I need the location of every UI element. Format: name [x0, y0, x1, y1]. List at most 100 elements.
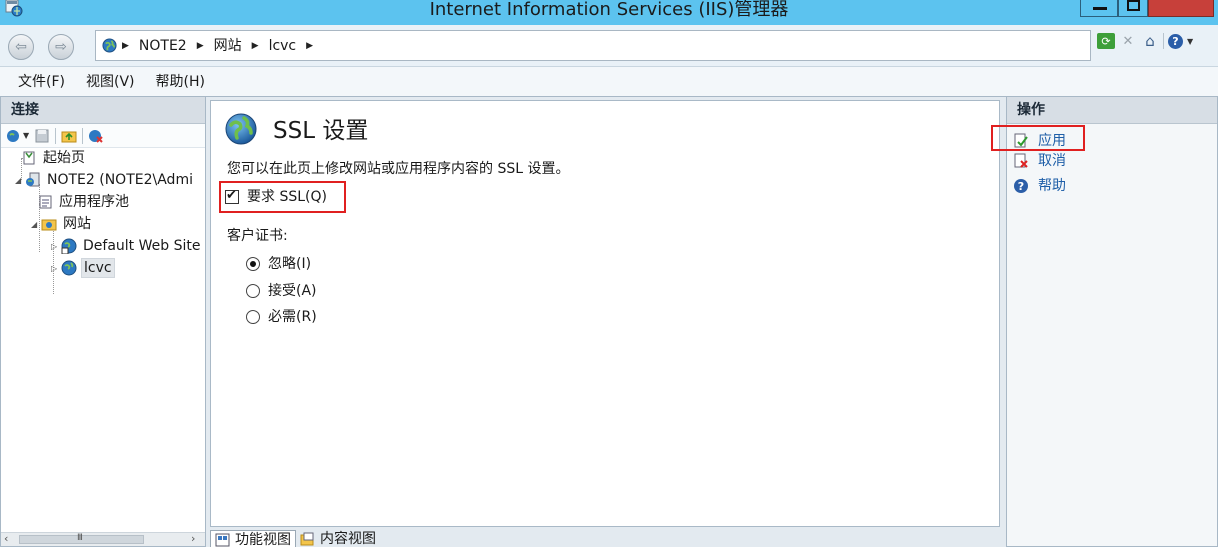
radio-button[interactable]	[246, 284, 260, 298]
site-globe-icon	[61, 260, 77, 276]
chevron-right-icon[interactable]: ▶	[252, 37, 259, 55]
crumb-lcvc[interactable]: lcvc	[269, 37, 297, 55]
maximize-button[interactable]	[1118, 0, 1148, 17]
globe-icon	[102, 38, 117, 53]
connections-pane: 连接 ▼ 起始页 ◢ NOTE2 (NOTE2\Admi 应用程序池 ◢ 网站 …	[0, 96, 206, 547]
features-view-icon	[215, 533, 230, 546]
radio-ignore[interactable]: 忽略(I)	[246, 255, 311, 273]
content-view-icon	[300, 532, 314, 546]
site-globe-icon	[61, 238, 77, 254]
radio-accept-label[interactable]: 接受(A)	[268, 282, 317, 300]
window-title: Internet Information Services (IIS)管理器	[429, 0, 789, 20]
action-help[interactable]: ? 帮助	[1012, 177, 1066, 195]
radio-ignore-label[interactable]: 忽略(I)	[268, 255, 311, 273]
sites-folder-icon	[41, 219, 57, 231]
action-label: 帮助	[1038, 178, 1066, 194]
radio-button[interactable]	[246, 310, 260, 324]
title-bar: Internet Information Services (IIS)管理器	[0, 0, 1218, 25]
tree-node-label: 起始页	[43, 150, 85, 166]
tree-node-default-site[interactable]: ▷ Default Web Site	[51, 236, 202, 256]
save-icon[interactable]	[34, 128, 50, 144]
connect-globe-icon[interactable]	[6, 128, 22, 144]
action-label: 取消	[1038, 153, 1066, 169]
refresh-icon[interactable]: ⟳	[1097, 33, 1115, 49]
chevron-right-icon[interactable]: ▶	[122, 37, 129, 55]
annotation-highlight-box	[991, 125, 1085, 151]
tab-features-view[interactable]: 功能视图	[210, 529, 296, 547]
collapse-arrow-icon[interactable]: ◢	[31, 220, 41, 229]
help-icon: ?	[1012, 178, 1030, 194]
tree-node-label: NOTE2 (NOTE2\Admi	[47, 172, 193, 188]
tree-node-sites[interactable]: ◢ 网站	[31, 214, 93, 234]
view-tabs: 功能视图 内容视图	[210, 529, 380, 547]
radio-require-label[interactable]: 必需(R)	[268, 308, 317, 326]
chevron-right-icon[interactable]: ▶	[197, 37, 204, 55]
scroll-left-icon[interactable]: ‹	[4, 533, 8, 545]
horizontal-scrollbar[interactable]: ‹ III ›	[1, 532, 205, 546]
scroll-grip-icon: III	[77, 533, 83, 543]
toolbar-divider	[82, 127, 84, 144]
tree-node-label: 应用程序池	[59, 194, 129, 210]
actions-header: 操作	[1007, 97, 1217, 124]
forward-button[interactable]: ⇨	[48, 34, 74, 60]
ssl-globe-icon	[225, 113, 257, 145]
back-button[interactable]: ⇦	[8, 34, 34, 60]
disconnect-icon[interactable]	[88, 128, 104, 144]
home-icon[interactable]: ⌂	[1141, 32, 1159, 50]
annotation-highlight-box	[219, 181, 346, 213]
collapse-arrow-icon[interactable]: ◢	[15, 176, 25, 185]
tree-node-start-page[interactable]: 起始页	[21, 148, 87, 168]
tab-content-view[interactable]: 内容视图	[296, 530, 380, 547]
connections-tree: 起始页 ◢ NOTE2 (NOTE2\Admi 应用程序池 ◢ 网站 ▷ Def…	[1, 148, 205, 528]
stop-icon[interactable]: ✕	[1119, 33, 1137, 49]
tree-node-server[interactable]: ◢ NOTE2 (NOTE2\Admi	[15, 170, 195, 190]
page-title: SSL 设置	[273, 118, 369, 144]
cancel-icon	[1012, 153, 1030, 169]
expand-arrow-icon[interactable]: ▷	[51, 242, 61, 251]
expand-arrow-icon[interactable]: ▷	[51, 264, 61, 273]
menu-help[interactable]: 帮助(H)	[156, 73, 205, 91]
forward-arrow-icon: ⇨	[55, 39, 67, 55]
tree-node-label: 网站	[63, 216, 91, 232]
svg-text:?: ?	[1018, 180, 1024, 193]
address-toolbar: ⇦ ⇨ ▶ NOTE2 ▶ 网站 ▶ lcvc ▶ ⟳ ✕ ⌂ ? ▼	[0, 25, 1218, 67]
ssl-settings-page: SSL 设置 您可以在此页上修改网站或应用程序内容的 SSL 设置。 ✔ 要求 …	[210, 100, 1000, 527]
action-cancel[interactable]: 取消	[1012, 152, 1066, 170]
radio-selected-dot	[250, 261, 256, 267]
up-folder-icon[interactable]	[61, 128, 77, 144]
tree-node-label: Default Web Site	[83, 238, 201, 254]
connections-toolbar: ▼	[1, 124, 205, 148]
back-arrow-icon: ⇦	[15, 39, 27, 55]
connections-header: 连接	[1, 97, 205, 124]
minimize-button[interactable]	[1080, 0, 1118, 17]
chevron-down-icon[interactable]: ▼	[23, 131, 29, 140]
breadcrumb[interactable]: ▶ NOTE2 ▶ 网站 ▶ lcvc ▶	[95, 30, 1091, 61]
maximize-icon	[1127, 0, 1140, 11]
radio-require[interactable]: 必需(R)	[246, 308, 317, 326]
toolbar-divider	[1163, 33, 1164, 49]
toolbar-divider	[55, 127, 57, 144]
radio-accept[interactable]: 接受(A)	[246, 282, 317, 300]
start-page-icon	[23, 151, 35, 165]
chevron-right-icon[interactable]: ▶	[306, 37, 313, 55]
tree-node-label: lcvc	[81, 258, 115, 278]
crumb-note2[interactable]: NOTE2	[139, 37, 187, 55]
tab-label: 功能视图	[235, 531, 291, 547]
scroll-right-icon[interactable]: ›	[191, 533, 195, 545]
tree-node-lcvc[interactable]: ▷ lcvc	[51, 258, 115, 278]
chevron-down-icon[interactable]: ▼	[1187, 37, 1193, 46]
app-pool-icon	[39, 195, 52, 209]
address-tools: ⟳ ✕ ⌂ ? ▼	[1097, 32, 1193, 50]
workspace-frame: SSL 设置 您可以在此页上修改网站或应用程序内容的 SSL 设置。 ✔ 要求 …	[206, 96, 1006, 547]
breadcrumb-items: ▶ NOTE2 ▶ 网站 ▶ lcvc ▶	[122, 37, 323, 55]
crumb-sites[interactable]: 网站	[214, 37, 242, 55]
menu-view[interactable]: 视图(V)	[86, 73, 135, 91]
actions-pane: 操作 应用 取消 ? 帮助	[991, 96, 1218, 547]
help-icon[interactable]: ?	[1168, 33, 1183, 49]
server-icon	[26, 172, 40, 187]
radio-button[interactable]	[246, 257, 260, 271]
tab-label: 内容视图	[320, 531, 376, 547]
tree-node-app-pools[interactable]: 应用程序池	[37, 192, 131, 212]
close-button[interactable]	[1148, 0, 1214, 17]
menu-file[interactable]: 文件(F)	[18, 73, 65, 91]
